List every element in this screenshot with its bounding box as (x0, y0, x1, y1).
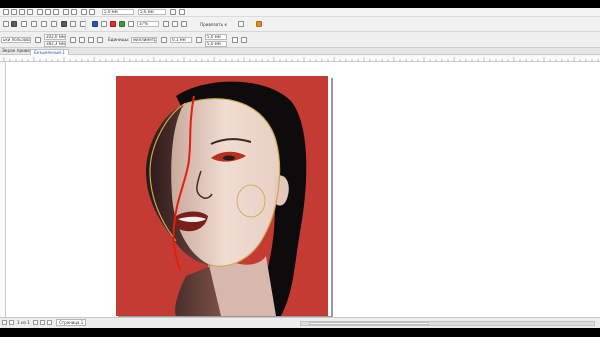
full-screen-icon[interactable] (163, 21, 169, 27)
new-icon[interactable] (3, 21, 9, 27)
snap-dropdown-icon[interactable] (238, 21, 244, 27)
dup-x-field[interactable]: 5,0 мм (205, 34, 227, 40)
height-field[interactable]: 382,3 мм (44, 41, 66, 47)
document-tab-row: Экран приветствия Безымянный-1 (0, 48, 600, 55)
pdf-icon[interactable] (110, 21, 116, 27)
save-file-icon[interactable] (21, 21, 27, 27)
size-field-2[interactable]: 5,0 мм (138, 9, 166, 15)
grid-icon[interactable] (181, 21, 187, 27)
ruler-ticks (3, 57, 599, 62)
dup-y-field[interactable]: 5,0 мм (205, 41, 227, 47)
add-page-icon[interactable] (47, 320, 52, 325)
main-toolbar: 37% Привязать к (0, 17, 600, 32)
scrollbar-thumb[interactable] (309, 322, 429, 325)
options-page-icon[interactable] (241, 37, 247, 43)
app-window: 5,0 мм 5,0 мм 37% Привязать к ьки пользо… (0, 8, 600, 328)
horizontal-scrollbar[interactable] (300, 321, 595, 326)
cut-icon[interactable] (37, 9, 43, 15)
width-field[interactable]: 202,0 мм (44, 34, 66, 40)
last-page-icon[interactable] (40, 320, 45, 325)
snap-to-label[interactable]: Привязать к (200, 22, 227, 27)
separator (85, 19, 86, 30)
page-count: 1 из 1 (17, 320, 30, 325)
options-icon[interactable] (256, 21, 262, 27)
rulers-icon[interactable] (172, 21, 178, 27)
all-pages-icon[interactable] (88, 37, 94, 43)
treat-as-filled-icon[interactable] (232, 37, 238, 43)
nudge-distance-field[interactable]: 0,1 мм (170, 37, 192, 43)
open-folder-icon[interactable] (11, 21, 17, 27)
print-icon[interactable] (27, 9, 33, 15)
redo-arrow-icon[interactable] (70, 21, 76, 27)
app-launcher-icon[interactable] (119, 21, 125, 27)
zoom-icon[interactable] (179, 9, 185, 15)
property-bar: ьки пользователя 202,0 мм 382,3 мм Едини… (0, 32, 600, 48)
copy-icon[interactable] (45, 9, 51, 15)
portrait-artwork[interactable] (116, 76, 331, 316)
current-page-icon[interactable] (97, 37, 103, 43)
horizontal-ruler[interactable] (0, 55, 600, 62)
size-field-1[interactable]: 5,0 мм (102, 9, 134, 15)
zoom-level-field[interactable]: 37% (137, 21, 159, 27)
corel-connect-icon[interactable] (92, 21, 98, 27)
drawing-canvas[interactable] (6, 62, 600, 317)
next-page-icon[interactable] (33, 320, 38, 325)
undo-arrow-icon[interactable] (61, 21, 67, 27)
duplicate-icon[interactable] (41, 21, 47, 27)
import-icon[interactable] (81, 9, 87, 15)
page-size-icon[interactable] (35, 37, 41, 43)
welcome-icon[interactable] (128, 21, 134, 27)
new-document-icon[interactable] (3, 9, 9, 15)
clipboard-icon[interactable] (51, 21, 57, 27)
paste-icon[interactable] (53, 9, 59, 15)
publish-icon[interactable] (101, 21, 107, 27)
standard-toolbar: 5,0 мм 5,0 мм (0, 8, 600, 17)
eye (223, 155, 235, 161)
gear-icon[interactable] (170, 9, 176, 15)
prev-page-icon[interactable] (9, 320, 14, 325)
page-artboard[interactable] (116, 76, 331, 316)
landscape-icon[interactable] (79, 37, 85, 43)
first-page-icon[interactable] (2, 320, 7, 325)
nudge-icon (161, 37, 167, 43)
export-icon[interactable] (89, 9, 95, 15)
save-icon[interactable] (19, 9, 25, 15)
undo-icon[interactable] (63, 9, 69, 15)
preset-dropdown[interactable]: ьки пользователя (1, 37, 31, 43)
page-tab[interactable]: Страница 1 (56, 319, 87, 326)
open-icon[interactable] (11, 9, 17, 15)
redo-icon[interactable] (71, 9, 77, 15)
portrait-icon[interactable] (70, 37, 76, 43)
status-bar: 1 из 1 Страница 1 (0, 317, 600, 328)
units-dropdown[interactable]: миллиметры (131, 37, 157, 43)
units-label: Единицы: (108, 37, 130, 42)
duplicate-distance-icon (196, 37, 202, 43)
scissors-icon[interactable] (31, 21, 37, 27)
